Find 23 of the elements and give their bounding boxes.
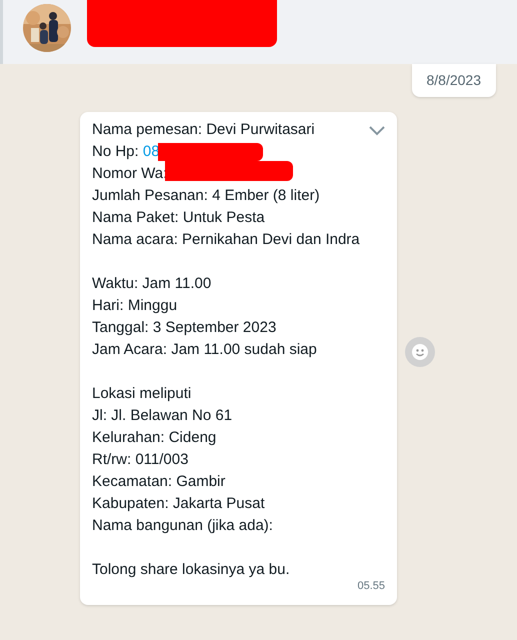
message-text: Jumlah Pesanan: 4 Ember (8 liter) bbox=[92, 187, 320, 204]
date-chip: 8/8/2023 bbox=[412, 64, 496, 97]
emoji-button[interactable] bbox=[405, 337, 435, 367]
message-text: Jam Acara: Jam 11.00 sudah siap bbox=[92, 341, 317, 358]
message-text: Kabupaten: Jakarta Pusat bbox=[92, 495, 265, 512]
message-text: Nama Paket: Untuk Pesta bbox=[92, 209, 265, 226]
message-text: Tolong share lokasinya ya bu. bbox=[92, 561, 290, 578]
message-time: 05.55 bbox=[357, 579, 385, 594]
message-text: Nomor Wa: bbox=[92, 165, 168, 182]
chevron-down-icon[interactable] bbox=[369, 126, 385, 136]
message-text: Nama acara: Pernikahan Devi dan Indra bbox=[92, 231, 360, 248]
message-text: Hari: Minggu bbox=[92, 297, 178, 314]
message-text: Nama bangunan (jika ada): bbox=[92, 517, 273, 534]
message-text: Nama pemesan: Devi Purwitasari bbox=[92, 121, 315, 138]
message-text: Kelurahan: Cideng bbox=[92, 429, 216, 446]
message-text: Kecamatan: Gambir bbox=[92, 473, 226, 490]
message-text: No Hp: bbox=[92, 143, 140, 160]
smiley-icon bbox=[411, 343, 429, 361]
message-text: Waktu: Jam 11.00 bbox=[92, 275, 212, 292]
message-text: Tanggal: 3 September 2023 bbox=[92, 319, 276, 336]
message-text: Jl: Jl. Belawan No 61 bbox=[92, 407, 232, 424]
message-text: Rt/rw: 011/003 bbox=[92, 451, 188, 468]
message-text: Lokasi meliputi bbox=[92, 385, 192, 402]
